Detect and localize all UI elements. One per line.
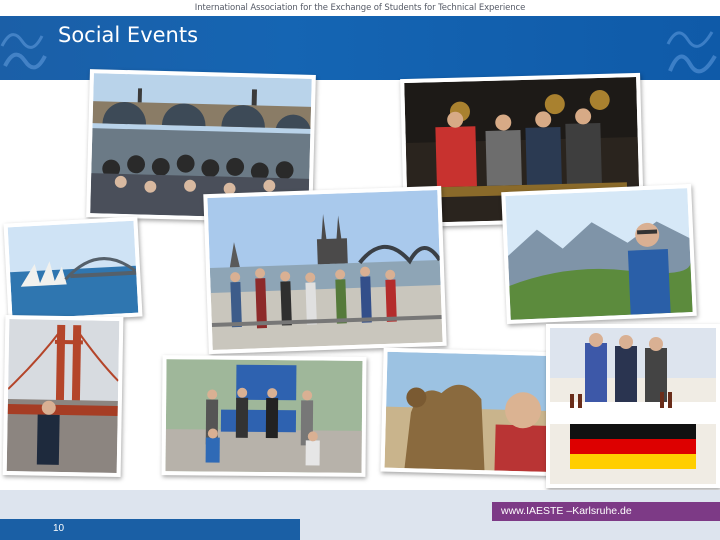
photo-alpine-hiker (501, 183, 697, 325)
photo-group-with-banners (161, 355, 367, 477)
page-number-bar (0, 519, 300, 540)
wave-decoration-right (666, 31, 717, 74)
wave-decoration-left (0, 33, 47, 70)
photo-sydney-opera-house (3, 216, 143, 324)
footer: www.IAESTE –Karlsruhe.de 10 (0, 490, 720, 540)
page-number: 10 (53, 523, 65, 534)
photo-cologne-cathedral-group (203, 185, 447, 355)
photo-golden-gate-bridge (2, 314, 124, 478)
photo-camel-selfie (380, 347, 570, 477)
website-url[interactable]: www.IAESTE –Karlsruhe.de (492, 502, 720, 521)
page-title: Social Events (58, 23, 199, 47)
photo-germany-food-table (546, 324, 720, 488)
organization-header: International Association for the Exchan… (194, 3, 526, 13)
